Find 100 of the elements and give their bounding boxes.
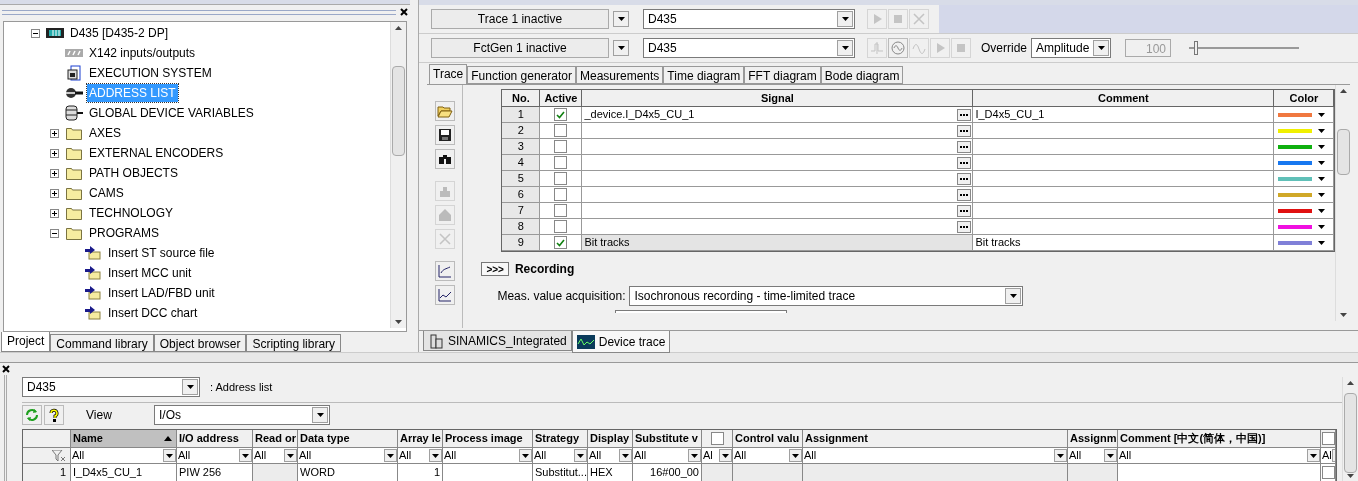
dropdown-button[interactable] [688, 449, 701, 462]
scroll-down-icon[interactable] [395, 320, 402, 324]
filter-combo[interactable]: All [298, 448, 398, 464]
dropdown-button[interactable] [182, 379, 198, 395]
filter-combo[interactable]: All [253, 448, 298, 464]
color-picker[interactable] [1274, 187, 1335, 203]
collapse-icon[interactable] [50, 228, 59, 238]
view-tab[interactable]: Measurements [575, 66, 664, 84]
panel-tab[interactable]: Project [1, 332, 51, 352]
comment-cell[interactable] [973, 155, 1275, 171]
slider-thumb[interactable] [1194, 41, 1199, 55]
scroll-up-icon[interactable] [1340, 89, 1348, 93]
browse-button[interactable] [957, 124, 972, 137]
comment-cell[interactable] [973, 123, 1275, 139]
device-combo[interactable]: D435 [22, 377, 200, 397]
scroll-up-icon[interactable] [395, 26, 402, 30]
tree-item[interactable]: PATH OBJECTS [87, 164, 180, 182]
scrollbar-thumb[interactable] [1344, 393, 1357, 473]
editor-tab[interactable]: SINAMICS_Integrated [423, 331, 572, 351]
tree-item[interactable]: EXECUTION SYSTEM [87, 64, 214, 82]
collapse-icon[interactable] [31, 28, 40, 38]
vertical-scrollbar[interactable] [390, 22, 406, 328]
browse-button[interactable] [957, 140, 972, 153]
filter-combo[interactable]: All [733, 448, 803, 464]
expand-icon[interactable] [50, 128, 59, 138]
color-picker[interactable] [1274, 203, 1335, 219]
tree-item[interactable]: CAMS [87, 184, 126, 202]
dropdown-button[interactable] [239, 449, 252, 462]
dropdown-button[interactable] [574, 449, 587, 462]
view-tab[interactable]: FFT diagram [744, 66, 821, 84]
signal-cell[interactable] [582, 123, 974, 139]
panel-tab[interactable]: Command library [50, 334, 154, 352]
filter-combo[interactable]: All [803, 448, 1068, 464]
view-tab[interactable]: Function generator [467, 66, 576, 84]
signal-cell[interactable] [582, 203, 974, 219]
active-checkbox[interactable] [554, 204, 568, 217]
active-checkbox[interactable] [554, 220, 568, 233]
dropdown-button[interactable] [1104, 449, 1117, 462]
override-combo[interactable]: Amplitude [1031, 38, 1111, 58]
dropdown-button[interactable] [613, 11, 629, 27]
signal-cell[interactable] [582, 155, 974, 171]
filter-combo[interactable]: All [71, 448, 177, 464]
signal-cell[interactable]: _device.I_D4x5_CU_1 [582, 107, 974, 123]
expand-icon[interactable] [50, 168, 59, 178]
color-picker[interactable] [1274, 219, 1335, 235]
filter-combo[interactable]: All [398, 448, 443, 464]
tree-item[interactable]: X142 inputs/outputs [87, 44, 198, 62]
dropdown-button[interactable] [619, 449, 632, 462]
dropdown-button[interactable] [429, 449, 442, 462]
dropdown-button[interactable] [1307, 449, 1320, 462]
dropdown-button[interactable] [284, 449, 297, 462]
color-picker[interactable] [1274, 139, 1335, 155]
comment-cell[interactable]: I_D4x5_CU_1 [973, 107, 1275, 123]
comment-cell[interactable] [973, 139, 1275, 155]
acquisition-combo[interactable]: Isochronous recording - time-limited trace [629, 286, 1024, 306]
dropdown-button[interactable] [789, 449, 802, 462]
color-picker[interactable] [1274, 155, 1335, 171]
view-combo[interactable]: I/Os [154, 405, 330, 425]
chart-button[interactable] [434, 285, 455, 305]
header-checkbox[interactable] [710, 432, 724, 445]
dropdown-button[interactable] [312, 407, 328, 423]
close-icon[interactable] [400, 8, 408, 16]
column-header[interactable]: Name [71, 430, 177, 448]
filter-combo[interactable]: All [1068, 448, 1118, 464]
scrollbar-thumb[interactable] [392, 66, 405, 156]
scroll-up-icon[interactable] [1347, 381, 1354, 385]
filter-combo[interactable]: All [1118, 448, 1321, 464]
sort-ascending-icon[interactable] [164, 436, 172, 441]
browse-button[interactable] [957, 172, 972, 185]
expand-icon[interactable] [50, 188, 59, 198]
signal-cell[interactable]: Bit tracks [582, 235, 974, 251]
active-checkbox[interactable] [554, 188, 568, 201]
signal-cell[interactable] [582, 171, 974, 187]
override-slider[interactable] [1189, 41, 1299, 55]
view-tab[interactable]: Bode diagram [820, 66, 904, 84]
active-checkbox[interactable] [554, 172, 568, 185]
scrollbar-thumb[interactable] [1337, 129, 1351, 175]
expand-icon[interactable] [50, 148, 59, 158]
comment-cell[interactable] [973, 187, 1275, 203]
dropdown-button[interactable] [1005, 288, 1022, 304]
close-icon[interactable] [2, 365, 10, 373]
tree-item[interactable]: PROGRAMS [87, 224, 161, 242]
browse-button[interactable] [957, 108, 972, 121]
color-picker[interactable] [1274, 123, 1335, 139]
device-combo[interactable]: D435 [643, 38, 855, 58]
tree-item[interactable]: EXTERNAL ENCODERS [87, 144, 226, 162]
comment-cell[interactable] [973, 171, 1275, 187]
panel-grip[interactable] [4, 375, 7, 481]
comment-cell[interactable] [973, 203, 1275, 219]
filter-combo[interactable]: Al [1321, 448, 1336, 464]
vertical-scrollbar[interactable] [1342, 377, 1358, 481]
tree-item[interactable]: Insert MCC unit [106, 264, 194, 282]
active-checkbox[interactable] [554, 108, 568, 121]
active-checkbox[interactable] [554, 124, 568, 137]
dropdown-button[interactable] [519, 449, 532, 462]
combo-field[interactable] [615, 310, 788, 313]
filter-clear-icon[interactable] [52, 449, 66, 462]
filter-combo[interactable]: Al [702, 448, 733, 464]
panel-grip[interactable] [2, 9, 396, 15]
panel-tab[interactable]: Object browser [153, 334, 247, 352]
